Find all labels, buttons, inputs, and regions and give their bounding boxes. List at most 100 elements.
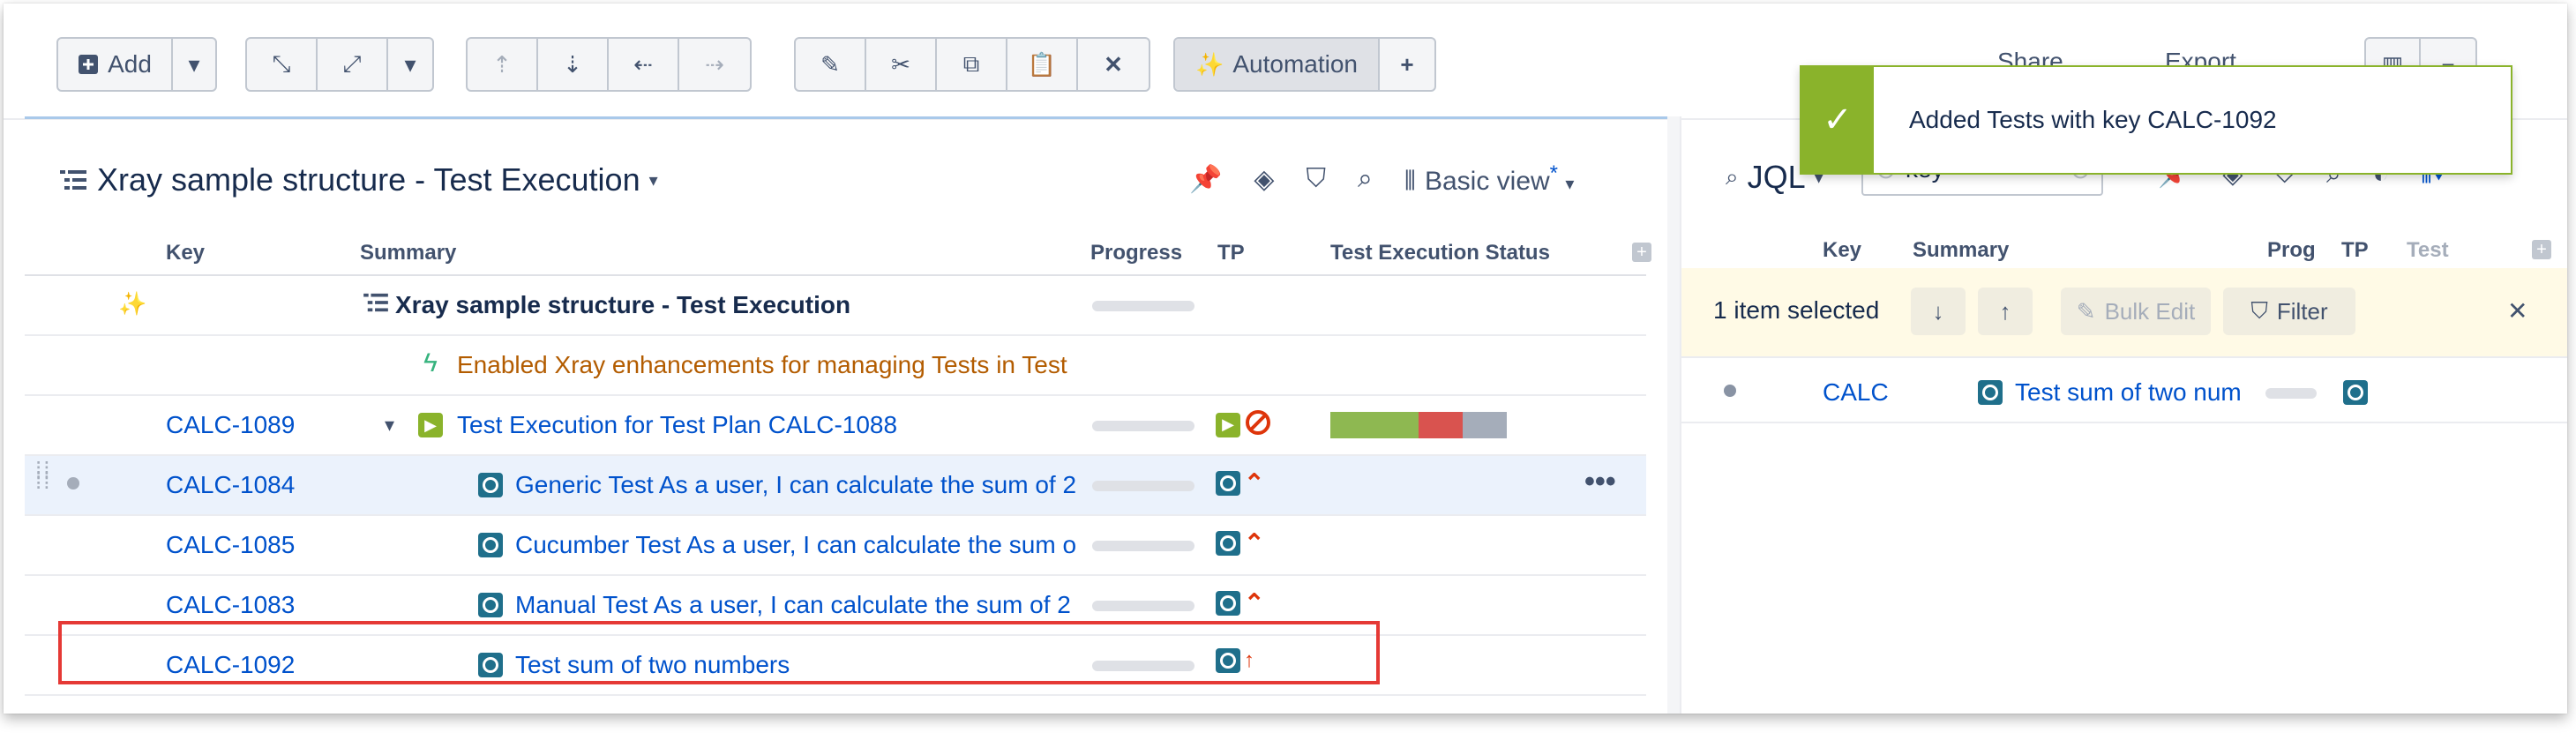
row-key[interactable]: CALC <box>1823 378 1891 407</box>
paste-button[interactable]: 📋 <box>1007 39 1078 90</box>
add-column-icon[interactable]: + <box>1632 243 1651 262</box>
table-row[interactable]: ϟ Enabled Xray enhancements for managing… <box>25 336 1646 396</box>
tp-cell: ⌃ <box>1216 468 1264 497</box>
structure-title-text: Xray sample structure - Test Execution <box>97 161 640 198</box>
progress-bar <box>1092 601 1194 611</box>
automation-add-button[interactable]: + <box>1380 39 1434 90</box>
pencil-icon: ✎ <box>820 50 840 78</box>
magic-wand-icon[interactable]: ✨ <box>118 290 146 318</box>
copy-button[interactable]: ⧉ <box>937 39 1007 90</box>
copy-icon: ⧉ <box>962 50 980 77</box>
filter-label: Filter <box>2276 297 2328 325</box>
automation-button[interactable]: ✨ Automation <box>1175 39 1380 90</box>
basic-view-selector[interactable]: ⦀ Basic view* ▾ <box>1404 161 1575 197</box>
move-right-button[interactable]: ⇢ <box>679 39 750 90</box>
move-down-button[interactable]: ⇣ <box>538 39 609 90</box>
structure-icon <box>363 292 388 313</box>
panel-divider[interactable] <box>1667 116 1680 714</box>
table-row[interactable]: CALC-1085 Cucumber Test As a user, I can… <box>25 516 1646 576</box>
column-test-execution-status[interactable]: Test Execution Status <box>1330 241 1550 265</box>
search-icon[interactable]: ⌕ <box>1358 164 1373 194</box>
caret-down-icon: ▾ <box>648 170 658 191</box>
column-test[interactable]: Test <box>2407 238 2449 263</box>
panel-header-icons: 📌 ◈ ⛉ ⌕ ⦀ Basic view* ▾ <box>1189 161 1574 197</box>
expand-dropdown-button[interactable]: ▾ <box>388 39 432 90</box>
tp-cell: ▶ <box>1216 408 1272 441</box>
test-icon <box>1216 530 1240 556</box>
test-icon <box>478 533 503 557</box>
row-summary[interactable]: Test sum of two num <box>2015 378 2241 407</box>
cut-button[interactable]: ✂ <box>866 39 937 90</box>
bulk-edit-label: Bulk Edit <box>2104 297 2196 325</box>
expand-group: ⤡ ⤢ ▾ <box>245 37 434 92</box>
add-column-icon[interactable]: + <box>2532 240 2551 259</box>
arrow-down-icon: ⇣ <box>563 50 582 78</box>
row-key[interactable]: CALC-1089 <box>166 411 295 439</box>
add-dropdown-button[interactable]: ▾ <box>173 39 215 90</box>
blocked-icon <box>1244 408 1272 441</box>
layers-icon[interactable]: ◈ <box>1254 164 1274 195</box>
highlight-box <box>58 621 1380 684</box>
move-left-button[interactable]: ⇠ <box>609 39 679 90</box>
column-key[interactable]: Key <box>166 241 205 265</box>
pin-icon[interactable]: 📌 <box>1189 164 1222 195</box>
row-key[interactable]: CALC-1084 <box>166 471 295 499</box>
row-key[interactable]: CALC-1083 <box>166 591 295 619</box>
tp-cell: ⌃ <box>1216 588 1264 617</box>
column-tp[interactable]: TP <box>1217 241 1245 265</box>
filter-button[interactable]: ⛉ Filter <box>2223 288 2355 335</box>
table-row[interactable]: ⁞⁞ ⁞⁞ CALC-1084 Generic Test As a user, I… <box>25 456 1646 516</box>
bulk-edit-button[interactable]: ✎ Bulk Edit <box>2061 288 2211 335</box>
column-progress[interactable]: Prog <box>2267 238 2316 263</box>
edit-button[interactable]: ✎ <box>796 39 866 90</box>
collapse-toggle-icon[interactable]: ▾ <box>385 414 394 437</box>
progress-bar <box>2265 388 2317 399</box>
expand-icon: ⤡ <box>272 50 291 77</box>
row-summary[interactable]: Enabled Xray enhancements for managing T… <box>457 351 1075 379</box>
row-summary[interactable]: Test Execution for Test Plan CALC-1088 <box>457 411 897 439</box>
row-summary[interactable]: Manual Test As a user, I can calculate t… <box>515 591 1080 619</box>
arrow-up-icon: ⇡ <box>492 50 512 78</box>
drag-handle-icon[interactable]: ⁞⁞ ⁞⁞ <box>35 459 51 492</box>
column-progress[interactable]: Progress <box>1090 241 1182 265</box>
priority-highest-icon: ⌃ <box>1244 469 1265 497</box>
test-icon <box>2343 380 2368 405</box>
structure-title[interactable]: Xray sample structure - Test Execution ▾ <box>60 161 658 198</box>
more-actions-icon[interactable]: ••• <box>1584 465 1616 499</box>
row-summary[interactable]: Cucumber Test As a user, I can calculate… <box>515 531 1080 559</box>
filter-icon[interactable]: ⛉ <box>1306 164 1326 194</box>
delete-button[interactable]: ✕ <box>1078 39 1149 90</box>
expand-button[interactable]: ⤡ <box>247 39 318 90</box>
toast-message: Added Tests with key CALC-1092 <box>1909 106 2277 133</box>
edit-group: ✎ ✂ ⧉ 📋 ✕ <box>794 37 1150 92</box>
table-row[interactable]: CALC-1089 ▾ ▶ Test Execution for Test Pl… <box>25 396 1646 456</box>
caret-down-icon: ▾ <box>1565 175 1575 194</box>
column-key[interactable]: Key <box>1823 238 1861 263</box>
close-icon[interactable]: ✕ <box>2507 296 2527 325</box>
move-group: ⇡ ⇣ ⇠ ⇢ <box>466 37 752 92</box>
test-icon <box>1216 470 1240 496</box>
add-button[interactable]: Add <box>58 39 173 90</box>
row-key[interactable]: CALC-1085 <box>166 531 295 559</box>
move-up-button[interactable]: ⇡ <box>468 39 538 90</box>
table-row[interactable]: ✨ Xray sample structure - Test Execution <box>25 276 1646 336</box>
table-row[interactable]: CALC Test sum of two num <box>1681 363 2567 423</box>
column-summary[interactable]: Summary <box>360 241 456 265</box>
row-summary[interactable]: Generic Test As a user, I can calculate … <box>515 471 1080 499</box>
selection-count: 1 item selected <box>1713 296 1880 324</box>
view-modified-mark: * <box>1549 161 1559 185</box>
column-tp[interactable]: TP <box>2341 238 2369 263</box>
bullet-icon <box>1724 385 1736 397</box>
column-summary[interactable]: Summary <box>1913 238 2009 263</box>
close-icon: ✕ <box>1104 50 1123 78</box>
test-execution-status-bar <box>1330 412 1507 438</box>
progress-bar <box>1092 421 1194 431</box>
arrow-up-icon: ↑ <box>1999 297 2011 325</box>
move-down-button[interactable]: ↓ <box>1911 288 1966 335</box>
collapse-icon: ⤢ <box>342 50 362 77</box>
collapse-button[interactable]: ⤢ <box>318 39 388 90</box>
caret-down-icon: ▾ <box>188 50 200 78</box>
basic-view-label: Basic view <box>1424 167 1550 196</box>
plus-square-icon <box>78 54 99 75</box>
move-up-button[interactable]: ↑ <box>1978 288 2033 335</box>
